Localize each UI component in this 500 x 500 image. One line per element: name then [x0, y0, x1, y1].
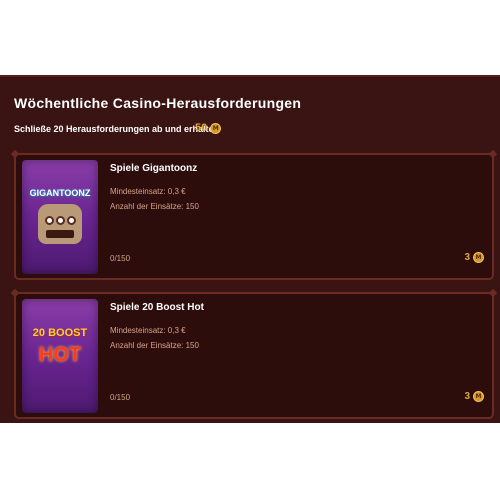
challenge-reward-value: 3	[464, 252, 470, 263]
challenge-min-bet: Mindesteinsatz: 0,3 €	[110, 326, 186, 335]
monster-mouth	[46, 230, 74, 238]
challenge-progress: 0/150	[110, 254, 131, 263]
coin-icon: M	[473, 391, 484, 402]
coin-icon: M	[473, 252, 484, 263]
challenge-bet-count: Anzahl der Einsätze: 150	[110, 202, 199, 211]
challenge-min-bet: Mindesteinsatz: 0,3 €	[110, 187, 186, 196]
challenge-title: Spiele 20 Boost Hot	[110, 302, 204, 313]
challenge-card[interactable]: 20 BOOST HOT Spiele 20 Boost Hot Mindest…	[14, 292, 494, 419]
panel-subtitle: Schließe 20 Herausforderungen ab und erh…	[14, 124, 214, 134]
thumbnail-logo-text: 20 BOOST	[32, 327, 88, 339]
challenges-panel: Wöchentliche Casino-Herausforderungen Sc…	[0, 75, 500, 423]
game-thumbnail-gigantoonz[interactable]: GIGANTOONZ	[22, 160, 98, 274]
game-thumbnail-20-boost-hot[interactable]: 20 BOOST HOT	[22, 299, 98, 413]
thumbnail-logo-text: GIGANTOONZ	[29, 188, 91, 198]
monster-eye	[56, 216, 65, 225]
coin-icon: M	[210, 122, 222, 134]
challenge-reward: 3 M	[464, 391, 484, 402]
challenge-progress: 0/150	[110, 393, 131, 402]
challenge-card[interactable]: GIGANTOONZ Spiele Gigantoonz Mindesteins…	[14, 153, 494, 280]
panel-title: Wöchentliche Casino-Herausforderungen	[14, 95, 302, 111]
challenge-bet-count: Anzahl der Einsätze: 150	[110, 341, 199, 350]
monster-illustration	[38, 204, 82, 244]
challenge-reward-value: 3	[464, 391, 470, 402]
challenge-title: Spiele Gigantoonz	[110, 163, 198, 174]
thumbnail-logo-text: HOT	[38, 344, 82, 366]
monster-eye	[67, 216, 76, 225]
challenge-reward: 3 M	[464, 252, 484, 263]
monster-eye	[45, 216, 54, 225]
total-reward-value: 50	[195, 122, 208, 134]
total-reward: 50 M	[195, 122, 222, 134]
